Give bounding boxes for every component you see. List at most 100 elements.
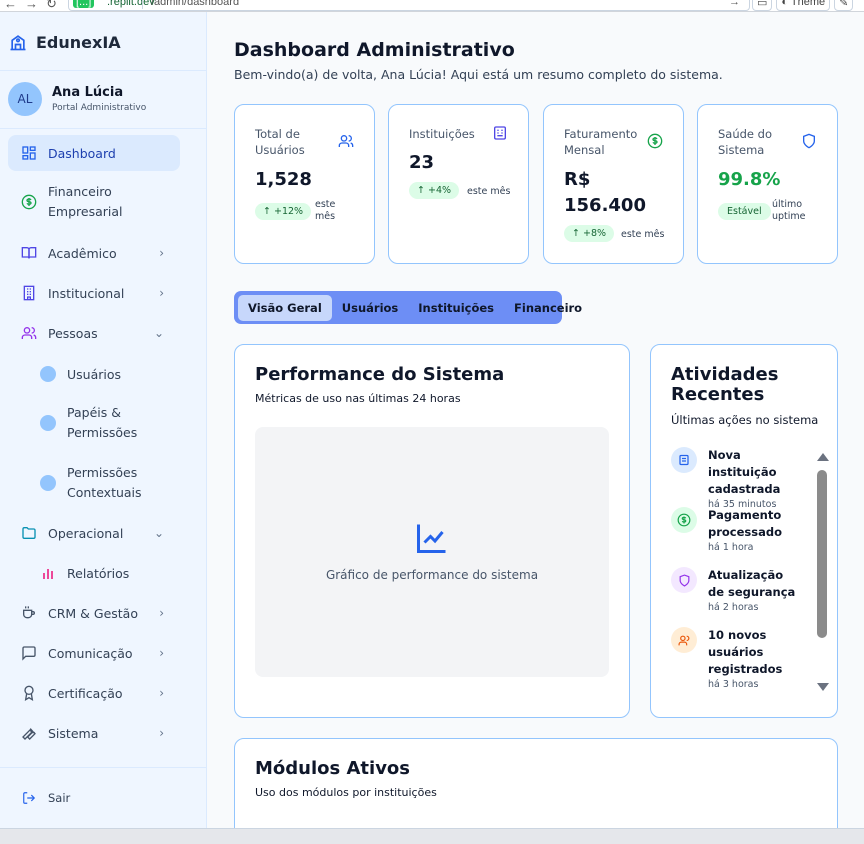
stat-change-badge: ↑ +4% (409, 182, 460, 199)
stat-change-badge: ↑ +8% (564, 225, 615, 242)
users-icon (20, 324, 38, 342)
brand[interactable]: EdunexIA (8, 32, 121, 52)
dollar-circle-icon (647, 133, 663, 149)
sidebar-item-institucional[interactable]: Institucional › (8, 281, 180, 305)
page-title: Dashboard Administrativo (234, 39, 515, 61)
url-divider (142, 0, 143, 9)
forward-icon[interactable]: → (25, 0, 38, 11)
users-icon (671, 627, 697, 653)
book-open-icon (20, 244, 38, 262)
host-badge: [...] (73, 0, 95, 8)
card-subtitle: Uso dos módulos por instituições (255, 786, 437, 799)
sidebar-item-label: Pessoas (48, 325, 98, 341)
activity-title: Nova instituição cadastrada (708, 448, 781, 496)
open-external-icon[interactable]: → (729, 0, 740, 8)
tab-visao-geral[interactable]: Visão Geral (238, 294, 332, 321)
sidebar-subitem-label: Usuários (67, 366, 122, 382)
chevron-right-icon: › (159, 726, 164, 740)
stat-label: Total de Usuários (255, 127, 305, 157)
page-subtitle: Bem-vindo(a) de volta, Ana Lúcia! Aqui e… (234, 67, 723, 82)
sidebar: EdunexIA AL Ana Lúcia Portal Administrat… (0, 12, 207, 828)
scroll-up-icon[interactable] (817, 453, 829, 461)
host-domain: .replit.dev (107, 0, 155, 8)
sidebar-subitem-usuarios[interactable]: Usuários (40, 364, 190, 384)
sidebar-item-certificacao[interactable]: Certificação › (8, 681, 180, 705)
sidebar-item-pessoas[interactable]: Pessoas ⌄ (8, 321, 180, 345)
chevron-right-icon: › (159, 646, 164, 660)
stat-change: +8% (582, 228, 607, 239)
chevron-right-icon: › (159, 606, 164, 620)
activity-item: Atualização de segurança há 2 horas (671, 567, 803, 613)
sidebar-item-academico[interactable]: Acadêmico › (8, 241, 180, 265)
stat-value: R$ 156.400 (564, 169, 646, 216)
shield-icon (803, 133, 815, 149)
sidebar-item-label: Institucional (48, 285, 125, 301)
chevron-right-icon: › (159, 246, 164, 260)
sidebar-item-label: Acadêmico (48, 245, 117, 261)
scroll-down-icon[interactable] (817, 683, 829, 691)
card-title: Módulos Ativos (255, 758, 411, 779)
user-profile[interactable]: AL Ana Lúcia Portal Administrativo (8, 82, 146, 116)
stat-change-badge: ↑ +12% (255, 203, 312, 220)
chevron-down-icon: ⌄ (153, 326, 164, 340)
sidebar-subitem-label: Relatórios (67, 565, 130, 581)
card-title: Atividades Recentes (671, 364, 779, 405)
sidebar-item-label: Operacional (48, 525, 124, 541)
sidebar-subitem-relatorios[interactable]: Relatórios (40, 563, 190, 583)
school-icon (10, 35, 26, 51)
back-icon[interactable]: ← (4, 0, 17, 11)
activity-title: 10 novos usuários registrados (708, 628, 783, 676)
activity-time: há 3 horas (708, 679, 759, 690)
sidebar-item-crm[interactable]: CRM & Gestão › (8, 601, 180, 625)
tab-usuarios[interactable]: Usuários (332, 295, 409, 321)
stat-value: 1,528 (255, 169, 312, 190)
avatar: AL (8, 82, 42, 116)
sidebar-item-sistema[interactable]: Sistema › (8, 721, 180, 745)
sidebar-item-label: Dashboard (48, 145, 116, 161)
stat-note: último uptime (772, 199, 806, 222)
sidebar-subitem-permissoes-contextuais[interactable]: Permissões Contextuais (40, 463, 190, 503)
activity-time: há 1 hora (708, 542, 754, 553)
activities-card: Atividades Recentes Últimas ações no sis… (650, 344, 838, 718)
devices-icon[interactable]: ▭ (752, 0, 773, 11)
theme-label: Theme (790, 0, 826, 8)
activity-item: 10 novos usuários registrados há 3 horas (671, 627, 803, 690)
sidebar-divider (0, 70, 207, 71)
logout-icon (20, 789, 38, 807)
stat-card-users: Total de Usuários 1,528 ↑ +12% este mês (234, 104, 375, 264)
stat-note: este mês (621, 229, 665, 240)
line-chart-icon (417, 524, 446, 553)
building-icon (494, 126, 506, 140)
bar-chart-icon (40, 565, 56, 581)
card-subtitle: Últimas ações no sistema (671, 413, 819, 427)
scrollbar-thumb[interactable] (817, 470, 827, 638)
pen-icon[interactable]: ✎ (834, 0, 854, 11)
status-badge: Estável (718, 203, 771, 220)
building-icon (671, 447, 697, 473)
stat-value: 23 (409, 152, 435, 173)
activity-time: há 2 horas (708, 602, 759, 613)
dot-icon (40, 475, 56, 491)
address-bar[interactable]: [...] .replit.dev /admin/dashboard → (68, 0, 750, 11)
stat-label: Saúde do Sistema (718, 127, 773, 157)
user-role: Portal Administrativo (52, 103, 147, 113)
sidebar-subitem-papeis[interactable]: Papéis & Permissões (40, 403, 190, 443)
sidebar-item-operacional[interactable]: Operacional ⌄ (8, 521, 180, 545)
sidebar-item-label: CRM & Gestão (48, 605, 138, 621)
tab-instituicoes[interactable]: Instituições (408, 295, 504, 321)
shield-icon (671, 567, 697, 593)
theme-button[interactable]: ◐ Theme (776, 0, 831, 11)
coffee-icon (20, 604, 38, 622)
users-icon (338, 135, 354, 147)
chart-placeholder: Gráfico de performance do sistema (255, 427, 609, 677)
sidebar-item-financeiro[interactable]: Financeiro Empresarial (8, 182, 180, 222)
sidebar-item-comunicacao[interactable]: Comunicação › (8, 641, 180, 665)
folder-icon (20, 524, 38, 542)
reload-icon[interactable]: ↻ (46, 0, 57, 11)
sidebar-item-dashboard[interactable]: Dashboard (8, 135, 180, 171)
tab-financeiro[interactable]: Financeiro (504, 295, 592, 321)
stat-card-revenue: Faturamento Mensal R$ 156.400 ↑ +8% este… (543, 104, 684, 264)
dollar-circle-icon (671, 507, 697, 533)
tab-bar: Visão Geral Usuários Instituições Financ… (234, 291, 582, 324)
logout-button[interactable]: Sair (8, 786, 180, 810)
